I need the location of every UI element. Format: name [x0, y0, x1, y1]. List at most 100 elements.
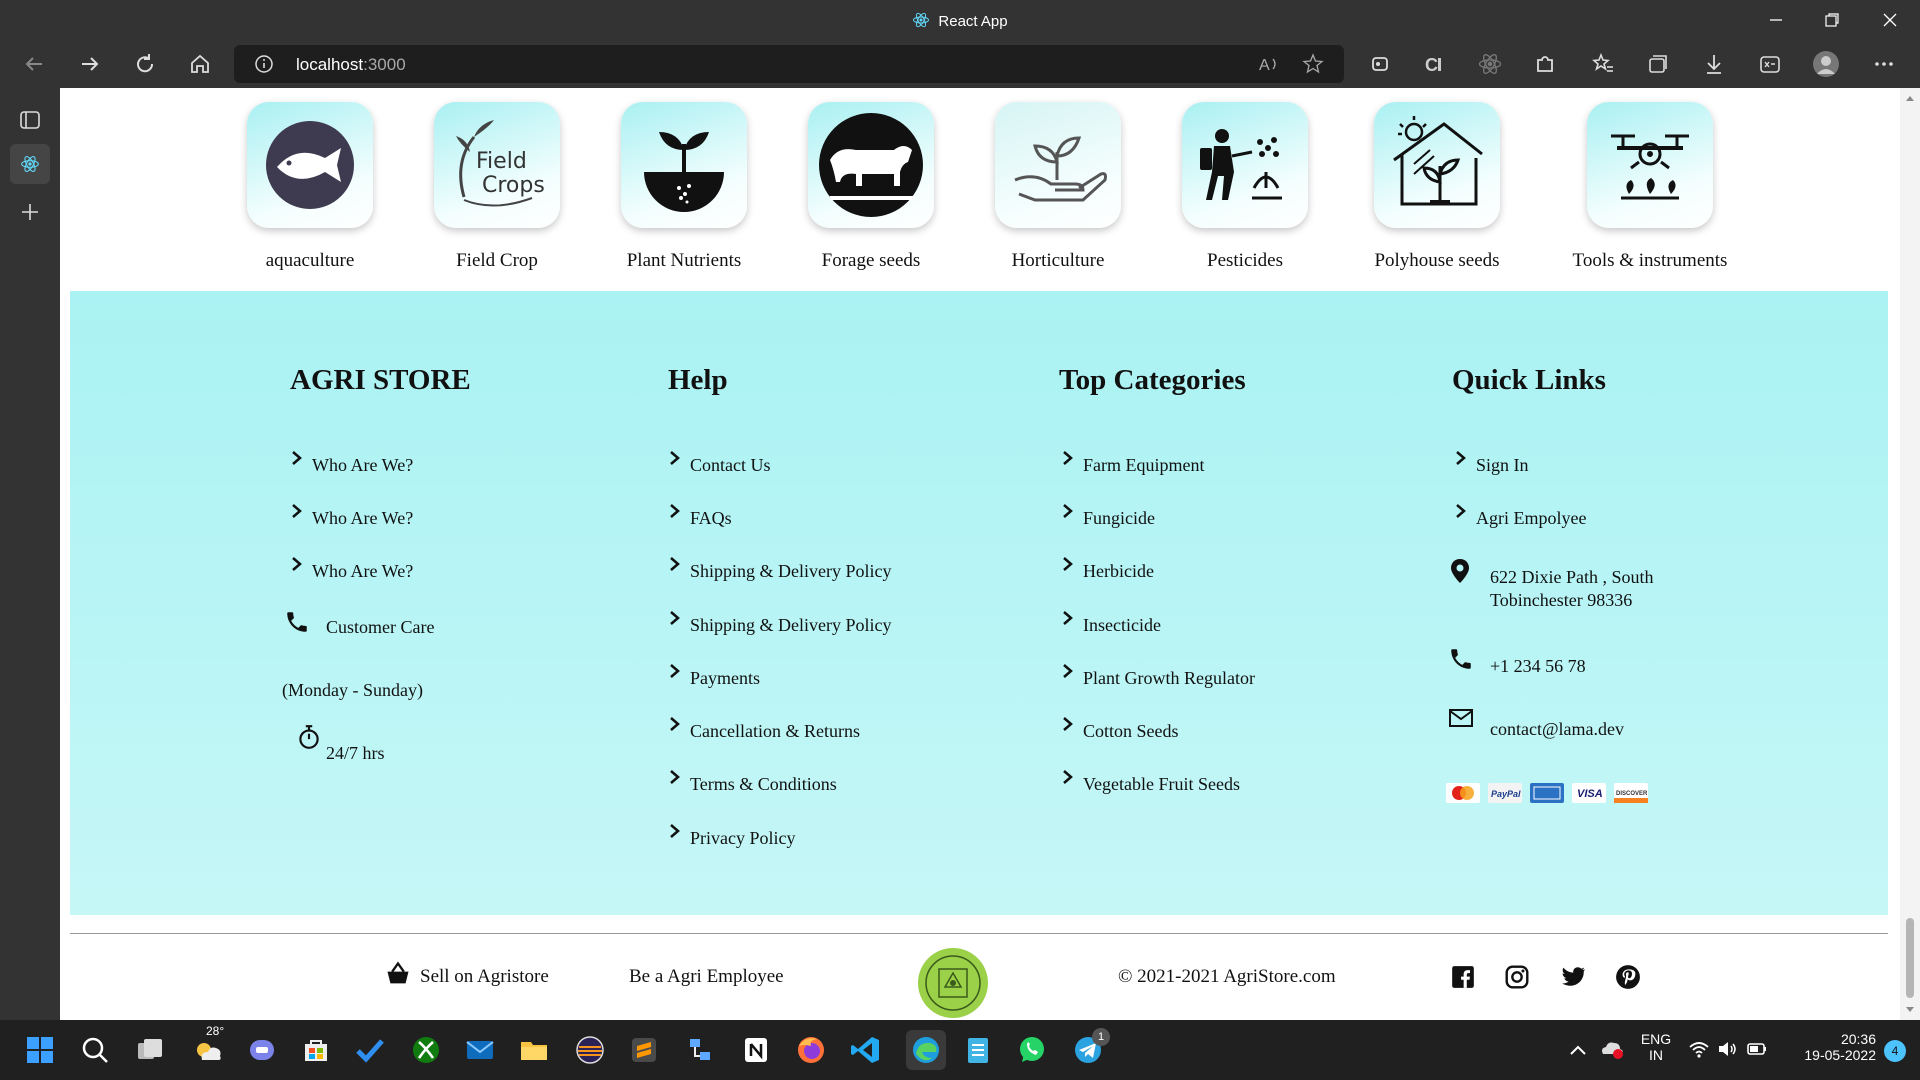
address-bar[interactable]: localhost:3000 A: [234, 45, 1344, 83]
puzzle-icon[interactable]: [1531, 50, 1559, 78]
notification-badge[interactable]: 4: [1884, 1040, 1906, 1062]
react-devtools-icon[interactable]: [1476, 50, 1504, 78]
extension-icon[interactable]: [1366, 50, 1394, 78]
category-aquaculture[interactable]: aquaculture: [245, 102, 375, 272]
tab-actions-icon[interactable]: [18, 108, 42, 137]
file-explorer-icon[interactable]: [518, 1034, 550, 1066]
volume-icon[interactable]: [1716, 1038, 1738, 1065]
weather-widget[interactable]: 28°: [192, 1024, 224, 1066]
wifi-icon[interactable]: [1688, 1038, 1710, 1065]
footer-heading-store: AGRI STORE: [290, 364, 471, 396]
sublime-text-icon[interactable]: [628, 1034, 660, 1066]
xbox-icon[interactable]: [410, 1034, 442, 1066]
category-tools-instruments[interactable]: Tools & instruments: [1560, 102, 1740, 272]
favorites-icon[interactable]: [1589, 50, 1617, 78]
telegram-icon[interactable]: 1: [1072, 1028, 1110, 1066]
home-icon[interactable]: [186, 50, 214, 78]
hand-plant-icon: [1014, 136, 1107, 202]
read-aloud-icon[interactable]: A: [1258, 54, 1280, 79]
instagram-icon[interactable]: [1504, 964, 1530, 995]
start-icon[interactable]: [24, 1034, 56, 1066]
category-plant-nutrients[interactable]: Plant Nutrients: [619, 102, 749, 272]
tab-react-app[interactable]: [10, 144, 50, 184]
favorite-add-icon[interactable]: [1302, 53, 1324, 80]
page-scrollbar[interactable]: [1900, 88, 1920, 1020]
code-extension-icon[interactable]: C: [1420, 50, 1448, 78]
math-solver-icon[interactable]: [1756, 50, 1784, 78]
vertical-tabs-sidebar: [0, 88, 60, 1020]
microsoft-store-icon[interactable]: [300, 1034, 332, 1066]
forward-icon[interactable]: [76, 50, 104, 78]
more-options-icon[interactable]: [1870, 50, 1898, 78]
chevron-right-icon: [670, 717, 680, 731]
category-tile[interactable]: [1587, 102, 1713, 228]
chevron-right-icon: [1063, 557, 1073, 571]
eclipse-icon[interactable]: [574, 1034, 606, 1066]
new-tab-icon[interactable]: [18, 200, 42, 229]
agristore-logo[interactable]: [917, 947, 989, 1019]
category-tile[interactable]: [808, 102, 934, 228]
location-pin-icon: [1451, 559, 1469, 583]
category-tile[interactable]: [621, 102, 747, 228]
info-icon[interactable]: [254, 54, 274, 79]
category-label: Pesticides: [1207, 250, 1283, 271]
show-hidden-icons-icon[interactable]: [1568, 1040, 1588, 1065]
whatsapp-icon[interactable]: [1016, 1034, 1048, 1066]
collections-icon[interactable]: [1644, 50, 1672, 78]
teams-chat-icon[interactable]: [246, 1034, 278, 1066]
search-icon[interactable]: [79, 1034, 111, 1066]
category-tile[interactable]: [1182, 102, 1308, 228]
scrollbar-thumb[interactable]: [1906, 918, 1914, 998]
task-view-icon[interactable]: [134, 1034, 166, 1066]
cow-icon: [819, 113, 923, 217]
facebook-icon[interactable]: [1450, 964, 1476, 995]
category-tile[interactable]: [1374, 102, 1500, 228]
chevron-right-icon: [670, 824, 680, 838]
url-text[interactable]: localhost:3000: [296, 55, 406, 75]
category-tile[interactable]: [995, 102, 1121, 228]
chevron-right-icon: [670, 557, 680, 571]
category-pesticides[interactable]: Pesticides: [1180, 102, 1310, 272]
category-field-crop[interactable]: Field Crops Field Crop: [432, 102, 562, 272]
category-forage-seeds[interactable]: Forage seeds: [806, 102, 936, 272]
category-horticulture[interactable]: Horticulture: [993, 102, 1123, 272]
todo-icon[interactable]: [354, 1034, 386, 1066]
field-crops-logo-text-bottom: Crops: [482, 173, 545, 198]
back-icon[interactable]: [20, 50, 48, 78]
pinterest-icon[interactable]: [1615, 964, 1641, 995]
window-title: React App: [0, 11, 1920, 33]
refresh-icon[interactable]: [131, 50, 159, 78]
category-polyhouse-seeds[interactable]: Polyhouse seeds: [1367, 102, 1507, 272]
close-button[interactable]: [1878, 8, 1902, 32]
firefox-icon[interactable]: [795, 1034, 827, 1066]
greenhouse-icon: [1393, 116, 1483, 206]
minimize-button[interactable]: [1764, 8, 1788, 32]
scroll-up-icon[interactable]: [1905, 94, 1915, 102]
network-tool-icon[interactable]: [684, 1034, 716, 1066]
support-days: (Monday - Sunday): [282, 680, 423, 700]
be-agri-employee-link[interactable]: Be a Agri Employee: [629, 966, 784, 988]
stopwatch-icon: [299, 725, 319, 749]
edge-icon[interactable]: [906, 1030, 946, 1070]
category-tile[interactable]: Field Crops: [434, 102, 560, 228]
notepad-icon[interactable]: [962, 1034, 994, 1066]
battery-icon[interactable]: [1746, 1040, 1768, 1063]
browser-toolbar: localhost:3000 A C: [0, 40, 1920, 88]
category-tile[interactable]: [247, 102, 373, 228]
chevron-right-icon: [1063, 664, 1073, 678]
notion-icon[interactable]: [740, 1034, 772, 1066]
download-icon[interactable]: [1700, 50, 1728, 78]
twitter-icon[interactable]: [1559, 964, 1587, 995]
onedrive-icon[interactable]: [1598, 1038, 1624, 1065]
vscode-icon[interactable]: [850, 1034, 882, 1066]
chevron-right-icon: [1456, 504, 1466, 518]
profile-avatar[interactable]: [1812, 50, 1840, 78]
mail-app-icon[interactable]: [464, 1034, 496, 1066]
scroll-down-icon[interactable]: [1905, 1006, 1915, 1014]
clock[interactable]: 20:36 19-05-2022: [1780, 1031, 1876, 1063]
chevron-right-icon: [670, 451, 680, 465]
svg-text:PayPal: PayPal: [1491, 789, 1521, 799]
language-indicator[interactable]: ENG IN: [1636, 1031, 1676, 1063]
restore-button[interactable]: [1820, 8, 1844, 32]
footer-heading-top-categories: Top Categories: [1059, 364, 1246, 396]
